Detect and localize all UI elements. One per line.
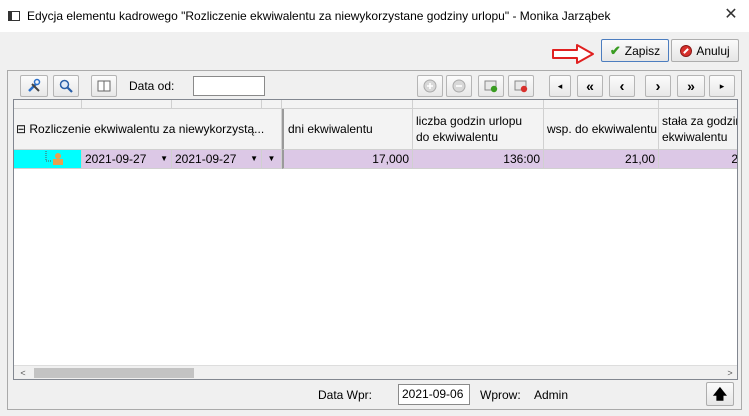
add-row-button[interactable] [417,75,443,97]
column-header-stala[interactable]: stała za godzin ekwiwalentu [659,109,738,150]
filter-cell[interactable] [172,100,262,109]
wprow-value: Admin [534,388,569,402]
content-panel: Data od: ◂ « ‹ › » ▸ ⊟ Rozliczenie ekwiw… [7,70,742,410]
add-table-icon [484,80,498,93]
filter-cell[interactable] [14,100,82,109]
window-title: Edycja elementu kadrowego "Rozliczenie e… [27,9,611,23]
check-icon: ✔ [609,42,621,58]
data-wpr-field[interactable]: 2021-09-06 [398,384,470,405]
tree-node-icon [45,151,63,165]
row-dropdown-cell[interactable]: ▼ [262,150,282,169]
wprow-label: Wprow: [480,388,521,402]
row-indicator[interactable] [14,150,82,169]
column-header-wsp[interactable]: wsp. do ekwiwalentu [544,109,659,150]
search-button[interactable] [53,75,79,97]
delete-record-button[interactable] [508,75,534,97]
add-record-button[interactable] [478,75,504,97]
cancel-icon [680,44,693,57]
nav-prev-button[interactable]: ‹ [609,75,635,97]
cancel-label: Anuluj [696,43,730,58]
tools-button[interactable] [20,75,48,97]
scrollbar-thumb[interactable] [34,368,194,378]
cancel-button[interactable]: Anuluj [671,39,739,62]
filter-cell[interactable] [282,100,413,109]
arrow-up-icon: 🡅 [712,386,728,402]
date-from-input[interactable] [193,76,265,96]
dropdown-arrow-icon[interactable]: ▼ [160,150,168,168]
date-to-cell-value: 2021-09-27 [175,152,237,166]
nav-end-button[interactable]: ▸ [709,75,735,97]
filter-cell[interactable] [262,100,282,109]
column-header-liczba-line2: do ekwiwalentu [416,130,499,144]
window-icon [8,11,20,21]
minus-circle-icon [452,79,466,93]
dni-cell[interactable]: 17,000 [282,150,413,169]
title-bar: Edycja elementu kadrowego "Rozliczenie e… [0,0,749,32]
filter-cell[interactable] [82,100,172,109]
tools-icon [28,78,41,92]
column-header-liczba-line1: liczba godzin urlopu [416,114,523,128]
stala-cell[interactable]: 2 [659,150,737,169]
dropdown-arrow-icon[interactable]: ▼ [268,154,276,163]
column-header-stala-line2: ekwiwalentu [662,130,728,144]
date-from-cell[interactable]: 2021-09-27 ▼ [82,150,172,169]
data-wpr-label: Data Wpr: [318,388,373,402]
wsp-cell[interactable]: 21,00 [544,150,659,169]
nav-last-button[interactable]: » [677,75,705,97]
column-header-dni[interactable]: dni ekwiwalentu [282,109,413,150]
nav-next-button[interactable]: › [645,75,671,97]
close-button[interactable]: ✕ [723,6,739,24]
date-from-label: Data od: [129,79,175,93]
book-icon [97,80,111,92]
date-to-cell[interactable]: 2021-09-27 ▼ [172,150,262,169]
column-header-stala-line1: stała za godzin [662,114,738,128]
save-label: Zapisz [624,43,661,58]
delete-table-icon [514,80,528,93]
filter-cell[interactable] [544,100,659,109]
data-grid[interactable]: ⊟ Rozliczenie ekwiwalentu za niewykorzys… [13,99,738,380]
save-button[interactable]: ✔ Zapisz [601,39,669,62]
horizontal-scrollbar[interactable]: < > [14,365,737,379]
filter-cell[interactable] [659,100,737,109]
search-icon [59,79,73,93]
nav-first-button[interactable]: « [577,75,603,97]
calendar-button[interactable] [91,75,117,97]
column-header-group[interactable]: ⊟ Rozliczenie ekwiwalentu za niewykorzys… [14,109,282,150]
scroll-left-icon[interactable]: < [16,366,30,379]
red-arrow-annotation [552,44,594,64]
scroll-right-icon[interactable]: > [723,366,737,379]
dropdown-arrow-icon[interactable]: ▼ [250,150,258,168]
column-header-liczba[interactable]: liczba godzin urlopu do ekwiwalentu [413,109,544,150]
scroll-top-button[interactable]: 🡅 [706,382,734,406]
date-from-cell-value: 2021-09-27 [85,152,147,166]
filter-cell[interactable] [413,100,544,109]
remove-row-button[interactable] [446,75,472,97]
nav-start-button[interactable]: ◂ [549,75,571,97]
plus-circle-icon [423,79,437,93]
liczba-cell[interactable]: 136:00 [413,150,544,169]
